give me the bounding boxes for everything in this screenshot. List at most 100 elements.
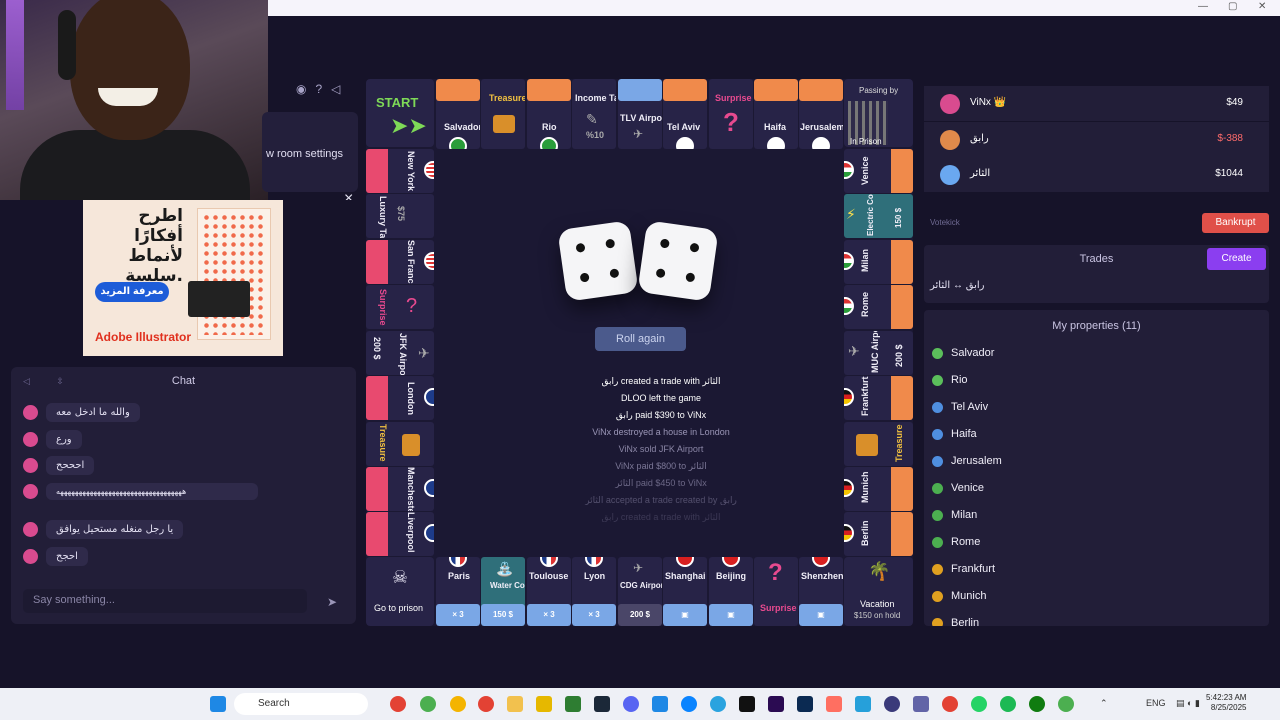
cell-rio[interactable]: Rio xyxy=(527,79,571,149)
chrome-icon[interactable] xyxy=(390,696,406,712)
edge-icon[interactable] xyxy=(681,696,697,712)
app-icon[interactable] xyxy=(855,696,871,712)
cell-surprise-top[interactable]: Surprise ? xyxy=(709,79,753,149)
cell-san-francisco[interactable]: San Francisco xyxy=(366,240,434,284)
chrome-icon[interactable] xyxy=(942,696,958,712)
language-indicator[interactable]: ENG xyxy=(1146,698,1166,708)
prison-corner[interactable]: Passing by In Prison xyxy=(844,79,913,147)
steam-icon[interactable] xyxy=(594,696,610,712)
cell-jerusalem[interactable]: Jerusalem xyxy=(799,79,843,149)
go-to-prison-corner[interactable]: ☠ Go to prison xyxy=(366,557,434,626)
cell-toulouse[interactable]: × 3 Toulouse xyxy=(527,557,571,626)
cell-cdg-airport[interactable]: ✈ CDG Airport 200 $ xyxy=(618,557,662,626)
property-item[interactable]: Salvador xyxy=(932,347,994,359)
photoshop-icon[interactable] xyxy=(797,696,813,712)
teams-icon[interactable] xyxy=(913,696,929,712)
whatsapp-icon[interactable] xyxy=(971,696,987,712)
property-item[interactable]: Milan xyxy=(932,509,977,521)
property-item[interactable]: Berlin xyxy=(932,617,979,626)
cell-salvador[interactable]: Salvador xyxy=(436,79,480,149)
chrome-icon[interactable] xyxy=(420,696,436,712)
property-item[interactable]: Rio xyxy=(932,374,968,386)
cell-treasure-top[interactable]: Treasure xyxy=(481,79,525,149)
chat-input[interactable]: Say something... xyxy=(23,589,307,613)
cell-munich[interactable]: Munich xyxy=(844,467,913,511)
property-item[interactable]: Haifa xyxy=(932,428,977,440)
ad-learn-more-button[interactable]: معرفة المزيد xyxy=(95,282,169,302)
tray-chevron-icon[interactable]: ⌃ xyxy=(1100,698,1108,709)
folder-icon[interactable] xyxy=(507,696,523,712)
xbox-icon[interactable] xyxy=(1029,696,1045,712)
cell-venice[interactable]: Venice xyxy=(844,149,913,193)
cell-new-york[interactable]: New York xyxy=(366,149,434,193)
minimize-button[interactable]: — xyxy=(1198,1,1208,12)
windows-start-icon[interactable] xyxy=(210,696,226,712)
network-icon[interactable]: ▤ ◐ ▮ xyxy=(1176,698,1200,709)
create-trade-button[interactable]: Create xyxy=(1207,248,1266,270)
cell-beijing[interactable]: ▣ Beijing xyxy=(709,557,753,626)
cell-rome[interactable]: Rome xyxy=(844,285,913,329)
excel-icon[interactable] xyxy=(565,696,581,712)
cell-treasure-right[interactable]: Treasure xyxy=(844,422,913,466)
cell-milan[interactable]: Milan xyxy=(844,240,913,284)
cell-lyon[interactable]: × 3 Lyon xyxy=(572,557,616,626)
cell-liverpool[interactable]: Liverpool xyxy=(366,512,434,556)
app-icon[interactable] xyxy=(826,696,842,712)
cell-surprise-bottom[interactable]: ? Surprise xyxy=(754,557,798,626)
property-item[interactable]: Venice xyxy=(932,482,984,494)
app-icon[interactable] xyxy=(884,696,900,712)
app-icon[interactable] xyxy=(652,696,668,712)
taskbar-search[interactable]: Search xyxy=(234,693,368,715)
chrome-icon[interactable] xyxy=(1058,696,1074,712)
send-icon[interactable]: ➤ xyxy=(327,595,337,609)
player-card[interactable]: رابق $-388 xyxy=(924,122,1269,157)
premiere-icon[interactable] xyxy=(768,696,784,712)
ad-close-icon[interactable]: × xyxy=(344,190,354,200)
advertisement[interactable]: اطرح أفكارًا لأنماط سلسة. معرفة المزيد A… xyxy=(83,200,283,356)
cell-paris[interactable]: × 3 Paris xyxy=(436,557,480,626)
cell-frankfurt[interactable]: Frankfurt xyxy=(844,376,913,420)
cell-london[interactable]: London xyxy=(366,376,434,420)
room-header-icons[interactable]: ◉?◁ xyxy=(296,82,349,96)
close-button[interactable]: ✕ xyxy=(1258,1,1266,12)
chrome-icon[interactable] xyxy=(450,696,466,712)
cell-berlin[interactable]: Berlin xyxy=(844,512,913,556)
app-icon[interactable] xyxy=(536,696,552,712)
maximize-button[interactable]: ▢ xyxy=(1228,1,1237,12)
property-item[interactable]: Munich xyxy=(932,590,986,602)
cell-haifa[interactable]: Haifa xyxy=(754,79,798,149)
discord-icon[interactable] xyxy=(623,696,639,712)
cell-water-company[interactable]: ⛲ Water Company 150 $ xyxy=(481,557,525,626)
spotify-icon[interactable] xyxy=(1000,696,1016,712)
room-settings-button[interactable]: w room settings xyxy=(262,112,358,192)
chrome-icon[interactable] xyxy=(478,696,494,712)
cell-manchester[interactable]: Manchester xyxy=(366,467,434,511)
trade-row[interactable]: رابق ↔ الثائر xyxy=(930,280,984,291)
cell-electric-company[interactable]: ⚡ Electric Company 150 $ xyxy=(844,194,913,238)
cell-surprise-left[interactable]: Surprise ? xyxy=(366,285,434,329)
property-item[interactable]: Rome xyxy=(932,536,980,548)
cell-shanghai[interactable]: ▣ Shanghai xyxy=(663,557,707,626)
start-corner[interactable]: START ➤➤ xyxy=(366,79,434,147)
question-icon: ? xyxy=(406,295,418,317)
cell-luxury-tax[interactable]: Luxury Tax $75 xyxy=(366,194,434,238)
app-icon[interactable] xyxy=(739,696,755,712)
bankrupt-button[interactable]: Bankrupt xyxy=(1202,213,1269,233)
cell-muc-airport[interactable]: ✈ MUC Airport 200 $ xyxy=(844,331,913,375)
taskbar-clock[interactable]: 5:42:23 AM 8/25/2025 xyxy=(1206,693,1246,713)
cell-tlv-airport[interactable]: TLV Airport ✈ xyxy=(618,79,662,149)
property-item[interactable]: Tel Aviv xyxy=(932,401,988,413)
cell-shenzhen[interactable]: ▣ Shenzhen xyxy=(799,557,843,626)
cell-treasure-left[interactable]: Treasure xyxy=(366,422,434,466)
cell-income-tax[interactable]: Income Tax ✎ %10 xyxy=(572,79,616,149)
vacation-corner[interactable]: 🌴 Vacation $150 on hold xyxy=(844,557,913,626)
player-card[interactable]: ViNx 👑 $49 xyxy=(924,86,1269,121)
property-item[interactable]: Jerusalem xyxy=(932,455,1002,467)
player-card[interactable]: الثائر $1044 xyxy=(924,157,1269,192)
votekick-button[interactable]: Votekick xyxy=(930,218,960,227)
cell-jfk-airport[interactable]: 200 $ JFK Airport ✈ xyxy=(366,331,434,375)
telegram-icon[interactable] xyxy=(710,696,726,712)
property-item[interactable]: Frankfurt xyxy=(932,563,995,575)
roll-again-button[interactable]: Roll again xyxy=(595,327,686,351)
cell-tel-aviv[interactable]: Tel Aviv xyxy=(663,79,707,149)
